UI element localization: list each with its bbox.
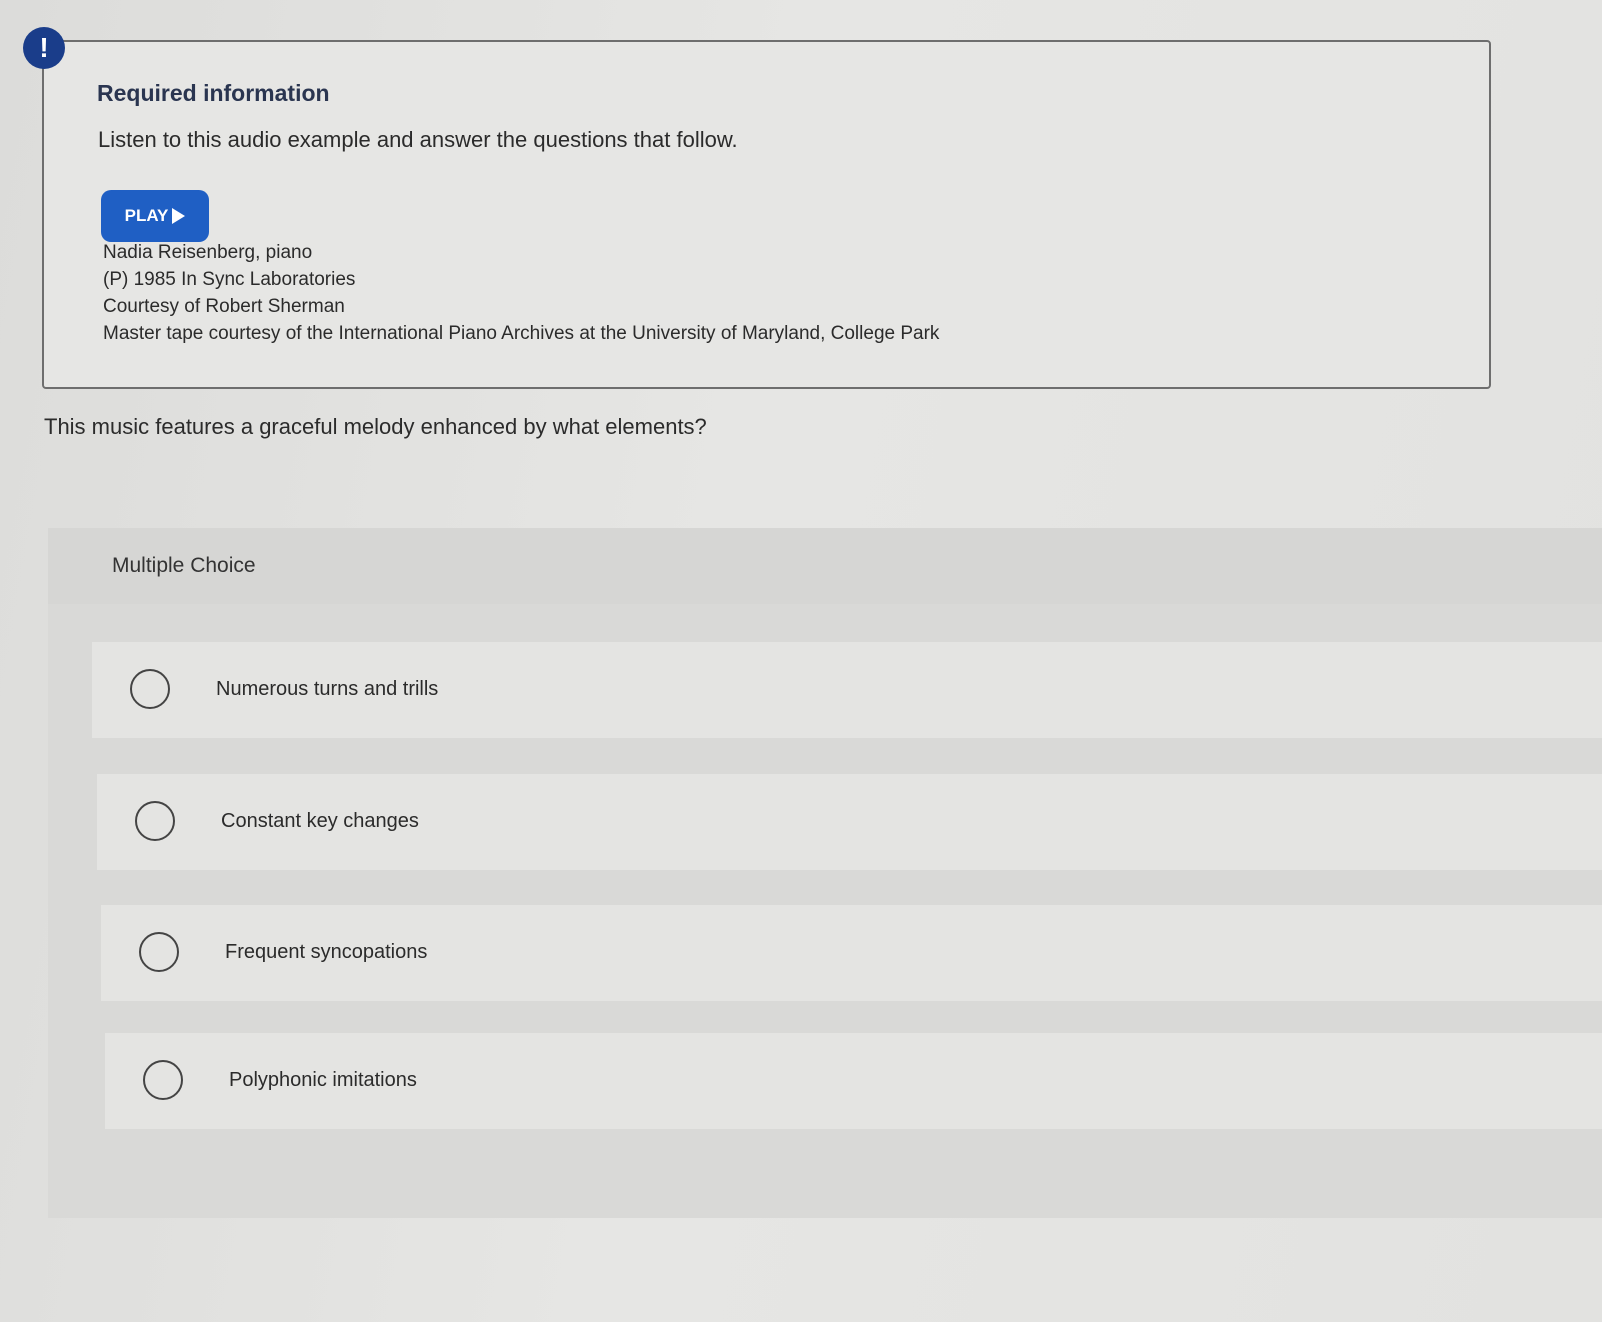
exclamation-icon: ! — [23, 27, 65, 69]
answer-option[interactable]: Numerous turns and trills — [92, 642, 1602, 738]
multiple-choice-label: Multiple Choice — [112, 554, 256, 577]
info-instruction: Listen to this audio example and answer … — [98, 127, 738, 152]
multiple-choice-panel: Multiple Choice Numerous turns and trill… — [48, 528, 1602, 1218]
radio-button[interactable] — [130, 669, 170, 709]
answer-option-label: Numerous turns and trills — [216, 678, 439, 700]
answer-option[interactable]: Frequent syncopations — [101, 905, 1602, 1001]
radio-button[interactable] — [139, 932, 179, 972]
radio-button[interactable] — [135, 801, 175, 841]
credit-line: Master tape courtesy of the Internationa… — [103, 323, 940, 344]
play-icon — [172, 208, 186, 224]
answer-option[interactable]: Polyphonic imitations — [105, 1033, 1602, 1129]
question-text: This music features a graceful melody en… — [44, 414, 707, 439]
answer-option-label: Constant key changes — [221, 810, 419, 832]
info-title: Required information — [97, 80, 330, 106]
radio-button[interactable] — [143, 1060, 183, 1100]
credit-line: Nadia Reisenberg, piano — [103, 242, 313, 263]
play-button[interactable]: PLAY — [101, 190, 209, 242]
audio-credits: Nadia Reisenberg, piano (P) 1985 In Sync… — [103, 239, 939, 347]
answer-option-label: Frequent syncopations — [225, 941, 428, 963]
credit-line: Courtesy of Robert Sherman — [103, 296, 345, 317]
credit-line: (P) 1985 In Sync Laboratories — [103, 269, 356, 290]
answer-option-label: Polyphonic imitations — [229, 1069, 417, 1091]
play-button-label: PLAY — [124, 206, 169, 225]
answer-option[interactable]: Constant key changes — [97, 774, 1602, 870]
multiple-choice-header: Multiple Choice — [48, 528, 1602, 604]
